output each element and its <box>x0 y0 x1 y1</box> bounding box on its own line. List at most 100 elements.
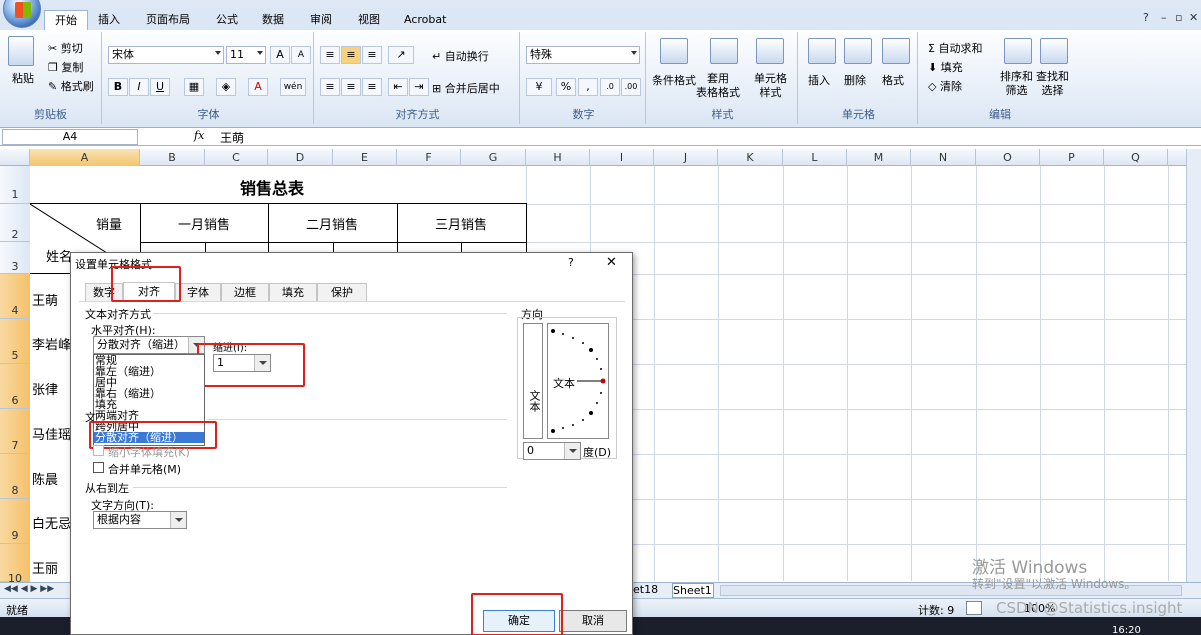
name-cell[interactable]: 张律 <box>32 379 58 398</box>
col-header-h[interactable]: H <box>526 149 590 166</box>
tab-fill[interactable]: 填充 <box>269 283 317 302</box>
sort-filter-label[interactable]: 排序和 筛选 <box>1000 70 1033 98</box>
tab-font[interactable]: 字体 <box>175 283 221 302</box>
delete-cells-label[interactable]: 删除 <box>844 72 866 88</box>
header-name[interactable]: 姓名 <box>46 246 72 265</box>
tab-view[interactable]: 视图 <box>348 10 390 30</box>
minimize-icon[interactable]: – <box>1161 11 1167 24</box>
header-sales[interactable]: 销量 <box>96 214 122 233</box>
decrease-decimal-button[interactable]: .00 <box>621 78 641 96</box>
row-header-4[interactable]: 4 <box>0 274 30 319</box>
row-header-3[interactable]: 3 <box>0 242 30 274</box>
select-all[interactable] <box>0 149 30 166</box>
name-cell[interactable]: 李岩峰 <box>32 334 71 353</box>
row-header-9[interactable]: 9 <box>0 499 30 544</box>
paste-label[interactable]: 粘贴 <box>12 70 34 86</box>
help-icon[interactable]: ? <box>1143 11 1149 24</box>
col-header-b[interactable]: B <box>140 149 205 166</box>
cell-styles-icon[interactable] <box>756 38 784 64</box>
col-header-j[interactable]: J <box>654 149 718 166</box>
row-header-10[interactable]: 10 <box>0 544 30 585</box>
insert-cells-icon[interactable] <box>808 38 836 64</box>
tab-acrobat[interactable]: Acrobat <box>394 10 456 30</box>
align-bottom-button[interactable]: ≡ <box>362 46 382 64</box>
format-painter-button[interactable]: ✎ 格式刷 <box>48 78 94 94</box>
tab-data[interactable]: 数据 <box>252 10 294 30</box>
row-header-5[interactable]: 5 <box>0 319 30 364</box>
row-header-8[interactable]: 8 <box>0 454 30 499</box>
col-header-k[interactable]: K <box>718 149 783 166</box>
number-format-select[interactable]: 特殊 <box>526 46 640 64</box>
find-select-icon[interactable] <box>1040 38 1068 64</box>
tab-review[interactable]: 审阅 <box>300 10 342 30</box>
tab-formulas[interactable]: 公式 <box>206 10 248 30</box>
dialog-help-button[interactable]: ? <box>568 256 574 269</box>
fill-button[interactable]: ⬇ 填充 <box>928 59 963 75</box>
row-header-6[interactable]: 6 <box>0 364 30 409</box>
col-header-d[interactable]: D <box>268 149 333 166</box>
tab-insert[interactable]: 插入 <box>88 10 130 30</box>
align-top-button[interactable]: ≡ <box>320 46 340 64</box>
cancel-button[interactable]: 取消 <box>559 610 627 632</box>
delete-cells-icon[interactable] <box>844 38 872 64</box>
name-box[interactable]: A4 <box>2 129 138 145</box>
underline-button[interactable]: U <box>150 78 170 96</box>
cell-styles-label[interactable]: 单元格 样式 <box>754 72 787 100</box>
increase-decimal-button[interactable]: .0 <box>600 78 620 96</box>
close-icon[interactable]: ✕ <box>1189 11 1198 24</box>
percent-button[interactable]: % <box>556 78 576 96</box>
table-format-icon[interactable] <box>710 38 738 64</box>
merge-cells-checkbox[interactable] <box>93 462 104 473</box>
name-cell[interactable]: 王萌 <box>32 290 58 309</box>
shrink-to-fit-checkbox[interactable] <box>93 445 104 456</box>
comma-button[interactable]: , <box>578 78 598 96</box>
table-format-label[interactable]: 套用 表格格式 <box>696 72 740 100</box>
conditional-format-icon[interactable] <box>660 38 688 64</box>
vertical-text-button[interactable]: 文本 <box>523 323 543 439</box>
month-1[interactable]: 一月销售 <box>178 214 230 233</box>
sheet-tab-partial[interactable]: et18 <box>633 583 671 598</box>
fill-color-button[interactable]: ◈ <box>216 78 236 96</box>
tab-page-layout[interactable]: 页面布局 <box>136 10 200 30</box>
col-header-c[interactable]: C <box>205 149 268 166</box>
format-cells-label[interactable]: 格式 <box>882 72 904 88</box>
normal-view-icon[interactable] <box>966 601 982 615</box>
col-header-g[interactable]: G <box>461 149 526 166</box>
bold-button[interactable]: B <box>108 78 128 96</box>
wrap-text-button[interactable]: ↵ 自动换行 <box>432 48 489 64</box>
italic-button[interactable]: I <box>129 78 149 96</box>
sheet-nav-icon[interactable]: ◀◀ ◀ ▶ ▶▶ <box>4 584 54 594</box>
cut-button[interactable]: ✂ 剪切 <box>48 40 83 56</box>
tab-home[interactable]: 开始 <box>44 10 88 30</box>
col-header-f[interactable]: F <box>397 149 461 166</box>
align-center-button[interactable]: ≡ <box>341 78 361 96</box>
name-cell[interactable]: 马佳瑶 <box>32 424 71 443</box>
decrease-indent-button[interactable]: ⇤ <box>388 78 408 96</box>
col-header-m[interactable]: M <box>847 149 911 166</box>
name-cell[interactable]: 陈晨 <box>32 469 58 488</box>
sort-filter-icon[interactable] <box>1004 38 1032 64</box>
conditional-format-label[interactable]: 条件格式 <box>652 72 696 88</box>
text-direction-select[interactable]: 根据内容 <box>93 511 187 529</box>
font-color-button[interactable]: A <box>248 78 268 96</box>
phonetic-button[interactable]: wén <box>280 78 306 96</box>
name-cell[interactable]: 白无忌 <box>32 513 71 532</box>
col-header-l[interactable]: L <box>783 149 847 166</box>
paste-icon[interactable] <box>8 36 34 66</box>
align-middle-button[interactable]: ≡ <box>341 46 361 64</box>
format-cells-icon[interactable] <box>882 38 910 64</box>
degrees-spinner[interactable]: 0 <box>523 442 581 460</box>
copy-button[interactable]: ❐ 复制 <box>48 59 83 75</box>
orientation-button[interactable]: ↗ <box>388 46 414 64</box>
vertical-scrollbar[interactable] <box>1186 149 1201 582</box>
insert-cells-label[interactable]: 插入 <box>808 72 830 88</box>
col-header-n[interactable]: N <box>911 149 976 166</box>
col-header-p[interactable]: P <box>1040 149 1104 166</box>
sheet-title[interactable]: 销售总表 <box>240 175 304 199</box>
formula-input[interactable]: 王萌 <box>220 129 244 146</box>
autosum-button[interactable]: Σ 自动求和 <box>928 40 982 56</box>
row-header-2[interactable]: 2 <box>0 204 30 242</box>
grow-font-button[interactable]: A <box>270 46 290 64</box>
font-name-select[interactable]: 宋体 <box>108 46 224 64</box>
dialog-close-button[interactable]: ✕ <box>606 255 617 270</box>
